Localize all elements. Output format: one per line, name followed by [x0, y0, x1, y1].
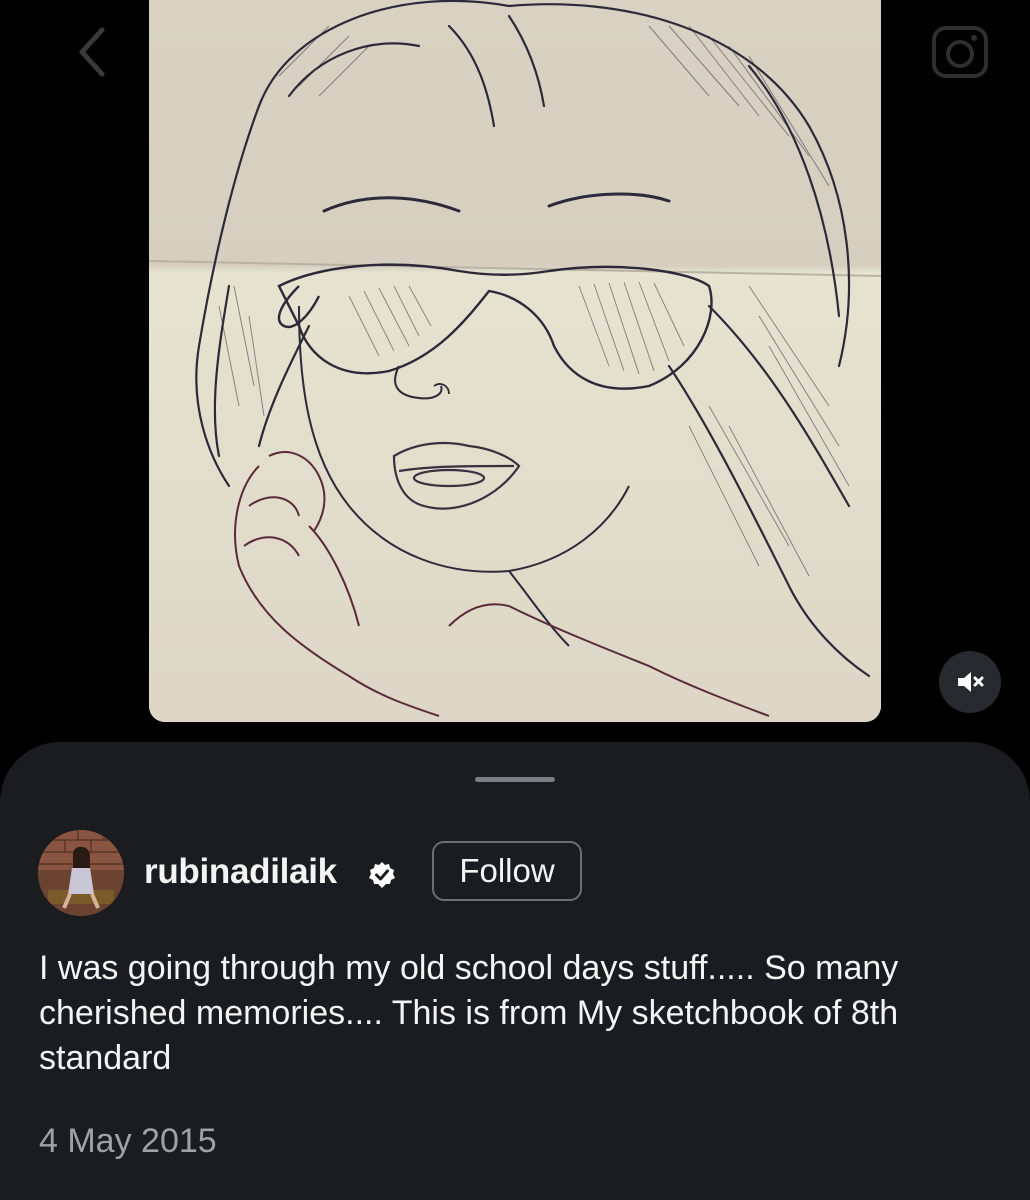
mute-toggle-button[interactable]	[939, 651, 1001, 713]
post-details-sheet: rubinadilaik Follow I was going through …	[0, 742, 1030, 1200]
verified-badge-icon	[369, 862, 395, 888]
post-viewer-screen: rubinadilaik Follow I was going through …	[0, 0, 1030, 1200]
chevron-left-icon	[79, 27, 105, 77]
follow-button[interactable]: Follow	[432, 841, 582, 901]
post-date: 4 May 2015	[39, 1122, 217, 1160]
post-caption: I was going through my old school days s…	[39, 949, 899, 1077]
username-link[interactable]: rubinadilaik	[144, 852, 337, 892]
pencil-sketch-image	[149, 0, 881, 722]
back-button[interactable]	[62, 22, 122, 82]
camera-button[interactable]	[928, 20, 992, 84]
camera-icon	[932, 26, 988, 78]
speaker-muted-icon	[958, 672, 984, 692]
sheet-grabber-handle[interactable]	[475, 777, 555, 782]
avatar[interactable]	[38, 830, 124, 916]
post-media-image[interactable]	[149, 0, 881, 722]
avatar-image	[38, 830, 124, 916]
